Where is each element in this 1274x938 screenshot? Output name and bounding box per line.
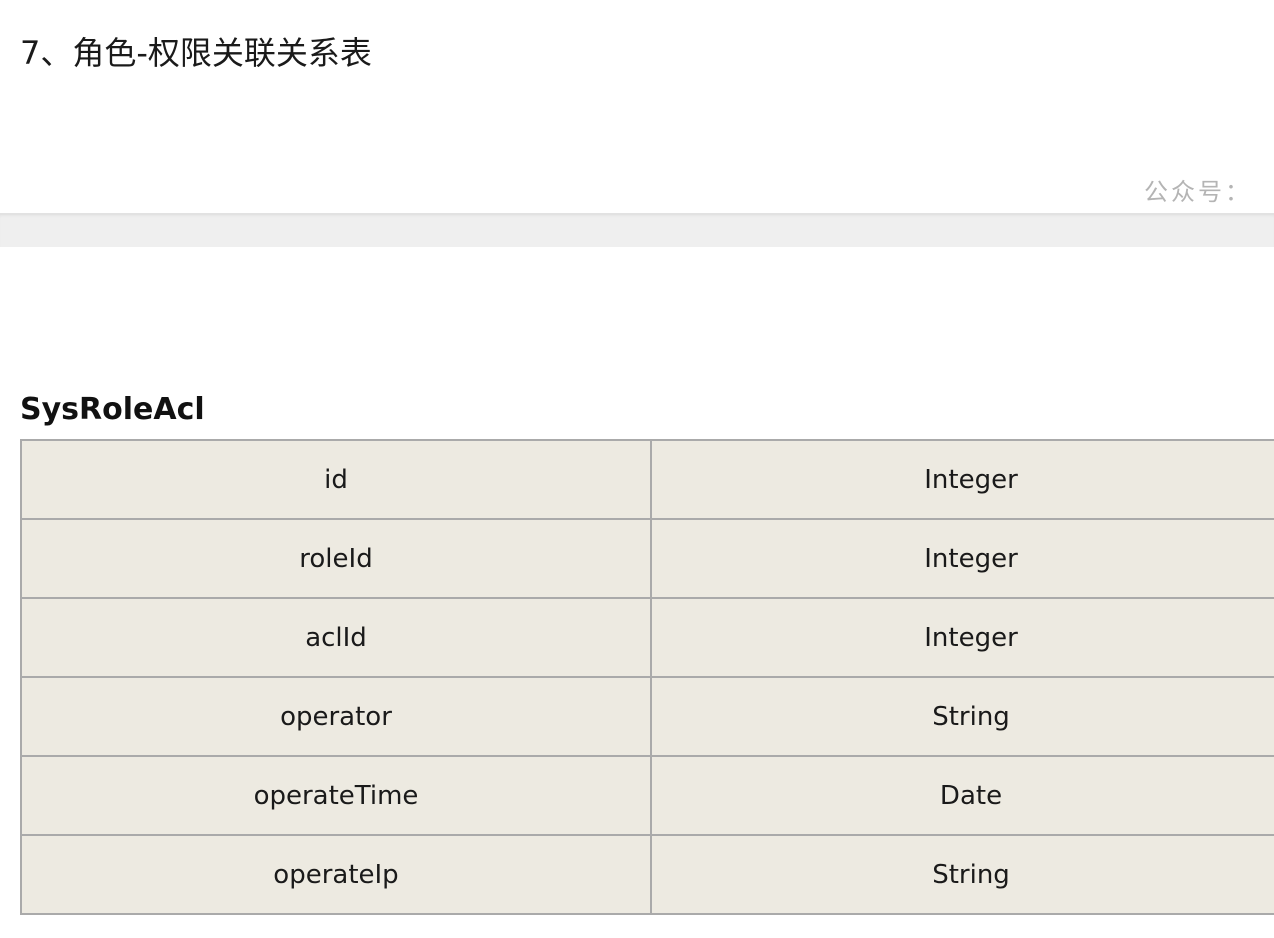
table-row: roleId Integer: [20, 518, 1274, 599]
field-name-cell: operateIp: [20, 834, 652, 915]
watermark-text: 公众号：: [1144, 178, 1252, 206]
field-type-cell: String: [650, 676, 1274, 757]
field-type-cell: String: [650, 834, 1274, 915]
table-row: operateTime Date: [20, 755, 1274, 836]
field-name-cell: roleId: [20, 518, 652, 599]
table-row: aclId Integer: [20, 597, 1274, 678]
field-name-cell: operator: [20, 676, 652, 757]
entity-title: SysRoleAcl: [20, 392, 205, 427]
field-type-cell: Integer: [650, 439, 1274, 520]
document-page: 7、角色-权限关联关系表 公众号： SysRoleAcl id Integer …: [0, 0, 1274, 938]
field-type-cell: Date: [650, 755, 1274, 836]
section-heading: 7、角色-权限关联关系表: [20, 34, 372, 72]
field-name-cell: aclId: [20, 597, 652, 678]
field-name-cell: id: [20, 439, 652, 520]
table-row: operator String: [20, 676, 1274, 757]
field-type-cell: Integer: [650, 518, 1274, 599]
table-row: operateIp String: [20, 834, 1274, 915]
field-type-cell: Integer: [650, 597, 1274, 678]
page-break-divider: [0, 213, 1274, 247]
field-name-cell: operateTime: [20, 755, 652, 836]
entity-fields-table: id Integer roleId Integer aclId Integer …: [20, 439, 1274, 915]
table-row: id Integer: [20, 439, 1274, 520]
